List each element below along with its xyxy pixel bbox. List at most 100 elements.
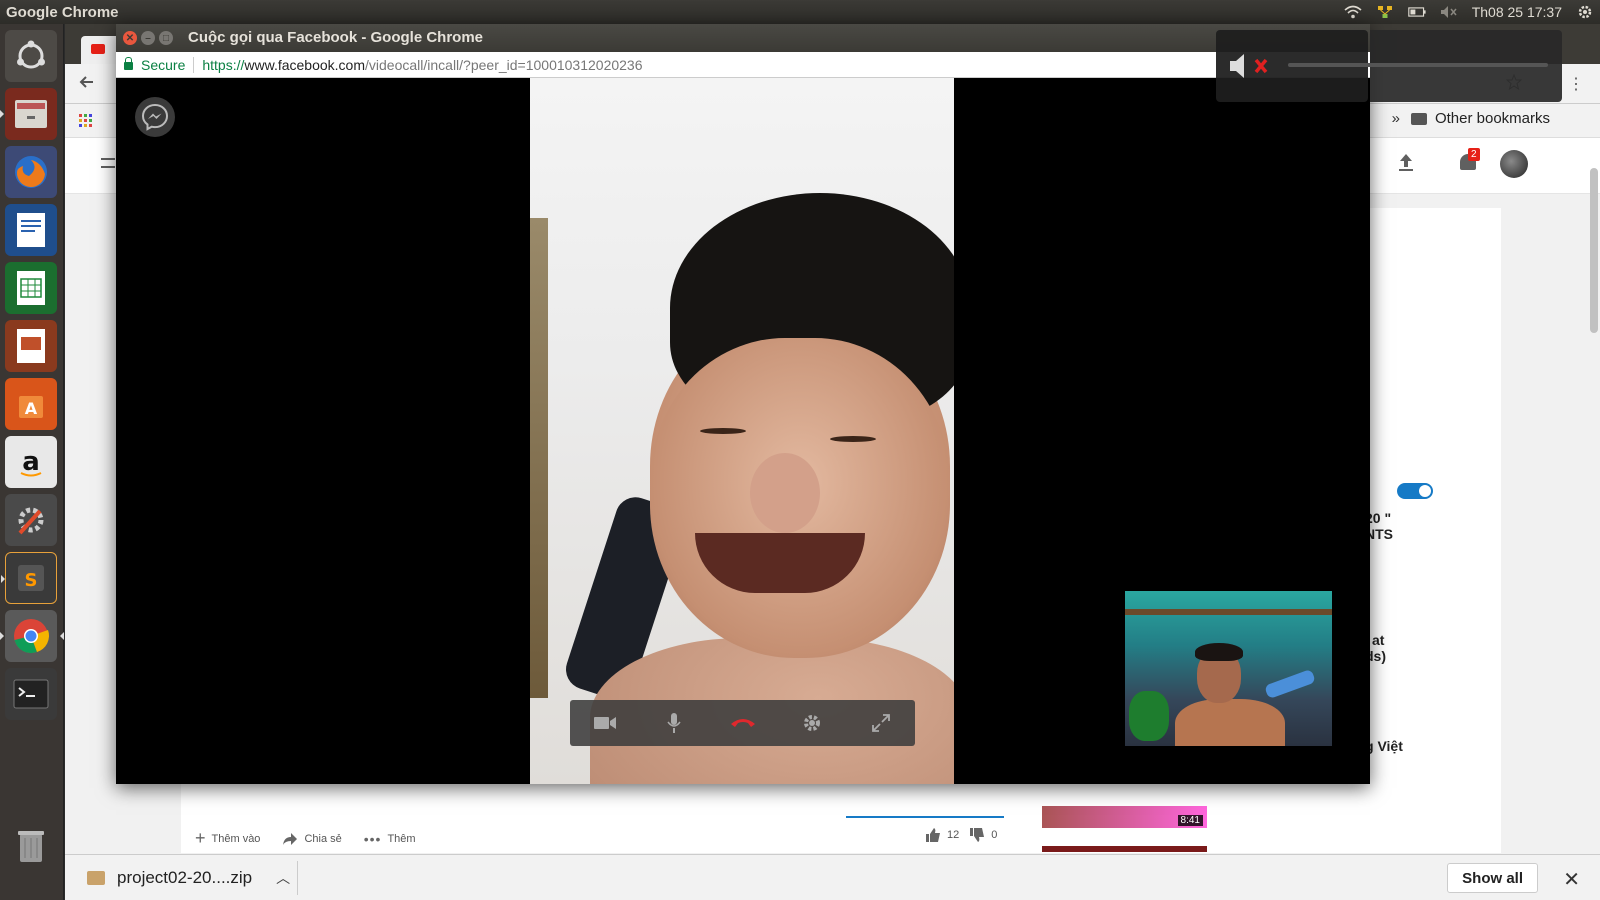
local-video-preview[interactable] — [1125, 591, 1332, 746]
trash-icon — [18, 831, 44, 862]
sidebar-video-title-fragment[interactable]: g Việt — [1365, 738, 1403, 754]
video-camera-icon — [593, 717, 616, 729]
more-dots-icon: ••• — [363, 830, 382, 847]
amazon-icon: a — [20, 447, 42, 477]
launcher-item-settings[interactable] — [5, 494, 57, 546]
sidebar-video-thumbnail[interactable] — [1042, 846, 1207, 852]
more-actions-button[interactable]: ••• Thêm — [364, 831, 416, 847]
like-button[interactable]: 12 — [925, 828, 959, 842]
hang-up-icon — [730, 719, 755, 727]
battery-icon[interactable] — [1407, 5, 1426, 19]
video-duration-badge: 8:41 — [1177, 815, 1203, 826]
thumbs-up-icon — [926, 828, 940, 842]
download-shelf: project02-20....zip ︿ Show all ✕ — [65, 854, 1600, 900]
microphone-toggle-button[interactable] — [656, 705, 692, 741]
launcher-item-chrome[interactable] — [0, 610, 64, 662]
back-arrow-icon[interactable] — [79, 74, 95, 95]
unity-launcher: A a S — [0, 24, 64, 900]
camera-toggle-button[interactable] — [587, 705, 623, 741]
launcher-item-files[interactable] — [0, 88, 57, 140]
call-controls-bar — [570, 700, 915, 746]
zip-file-icon — [87, 871, 105, 885]
sidebar-video-title-fragment[interactable]: at — [1372, 632, 1384, 648]
folder-icon — [1410, 112, 1427, 125]
svg-text:A: A — [25, 399, 38, 418]
call-address-bar[interactable]: Secure https:// www.facebook.com /videoc… — [116, 52, 1370, 78]
wrench-gear-icon — [18, 507, 44, 535]
launcher-item-terminal[interactable] — [5, 668, 57, 720]
launcher-item-writer[interactable] — [5, 204, 57, 256]
sublime-text-icon: S — [18, 565, 44, 591]
add-to-button[interactable]: + Thêm vào — [195, 828, 260, 849]
spreadsheet-icon — [17, 271, 45, 305]
other-bookmarks-folder[interactable]: Other bookmarks — [1410, 110, 1550, 127]
window-maximize-button[interactable]: □ — [159, 31, 173, 45]
close-download-shelf-icon[interactable]: ✕ — [1563, 867, 1580, 892]
active-app-name: Google Chrome — [6, 3, 119, 21]
chevron-up-icon[interactable]: ︿ — [276, 868, 290, 888]
launcher-item-impress[interactable] — [5, 320, 57, 372]
launcher-item-ubuntu-dash[interactable] — [5, 30, 57, 82]
top-panel: Google Chrome Th08 25 17:37 — [0, 0, 1600, 24]
svg-text:S: S — [25, 570, 38, 591]
ubuntu-logo-icon — [17, 40, 45, 69]
facebook-call-window: ✕ – □ Cuộc gọi qua Facebook - Google Chr… — [116, 24, 1370, 784]
launcher-item-sublime[interactable]: S — [1, 552, 57, 604]
document-icon — [17, 213, 45, 247]
svg-text:a: a — [22, 447, 40, 477]
call-settings-button[interactable] — [794, 705, 830, 741]
terminal-icon — [13, 679, 49, 709]
show-all-downloads-button[interactable]: Show all — [1447, 863, 1538, 893]
call-window-titlebar: ✕ – □ Cuộc gọi qua Facebook - Google Chr… — [116, 24, 1370, 52]
expand-icon — [871, 714, 890, 732]
secure-label: Secure — [141, 56, 186, 73]
fullscreen-button[interactable] — [863, 705, 899, 741]
wifi-icon[interactable] — [1344, 5, 1362, 19]
launcher-item-firefox[interactable] — [5, 146, 57, 198]
window-close-button[interactable]: ✕ — [123, 31, 137, 45]
launcher-item-software-center[interactable]: A — [5, 378, 57, 430]
volume-muted-icon[interactable] — [1440, 5, 1458, 19]
clock[interactable]: Th08 25 17:37 — [1472, 4, 1562, 20]
download-item[interactable]: project02-20....zip ︿ — [87, 868, 290, 888]
plus-icon: + — [195, 828, 206, 848]
url-scheme: https:// — [202, 56, 245, 73]
apps-grid-icon[interactable] — [79, 114, 93, 133]
menu-dots-icon[interactable]: ⋮ — [1568, 74, 1584, 94]
dislike-button[interactable]: 0 — [969, 828, 997, 842]
notification-count-badge: 2 — [1468, 148, 1480, 161]
network-tray-icon[interactable] — [1376, 5, 1394, 19]
url-path: /videocall/incall/?peer_id=1000103120202… — [365, 56, 643, 73]
url-host: www.facebook.com — [244, 56, 365, 73]
share-arrow-icon — [283, 832, 298, 845]
volume-slider[interactable] — [1288, 63, 1548, 67]
lock-icon — [124, 57, 133, 70]
end-call-button[interactable] — [725, 705, 761, 741]
thumbs-down-icon — [970, 828, 985, 842]
like-ratio-bar — [846, 816, 1004, 818]
like-dislike-counts: 12 0 — [925, 828, 997, 842]
file-cabinet-icon — [15, 100, 47, 128]
video-actions: + Thêm vào Chia sẻ ••• Thêm — [195, 828, 416, 849]
gear-icon — [803, 715, 820, 731]
gear-icon[interactable] — [1576, 5, 1594, 19]
call-video-stage — [116, 78, 1370, 784]
page-scrollbar[interactable] — [1588, 168, 1598, 858]
messenger-icon — [135, 97, 175, 137]
sidebar-video-thumbnail[interactable]: 8:41 — [1042, 806, 1207, 828]
autoplay-toggle[interactable] — [1397, 483, 1433, 499]
hamburger-menu-icon[interactable] — [101, 158, 115, 168]
download-file-name: project02-20....zip — [117, 868, 253, 887]
window-minimize-button[interactable]: – — [141, 31, 155, 45]
microphone-icon — [666, 713, 681, 733]
chrome-icon — [14, 619, 50, 654]
launcher-item-calc[interactable] — [5, 262, 57, 314]
upload-icon[interactable] — [1397, 152, 1415, 178]
speaker-muted-icon — [1228, 52, 1278, 85]
notifications-bell-icon[interactable]: 2 — [1458, 148, 1480, 172]
bookmarks-overflow-chevron[interactable]: » — [1392, 110, 1400, 127]
launcher-item-trash[interactable] — [5, 820, 57, 872]
launcher-item-amazon[interactable]: a — [5, 436, 57, 488]
share-button[interactable]: Chia sẻ — [282, 832, 342, 846]
avatar[interactable] — [1500, 150, 1528, 178]
